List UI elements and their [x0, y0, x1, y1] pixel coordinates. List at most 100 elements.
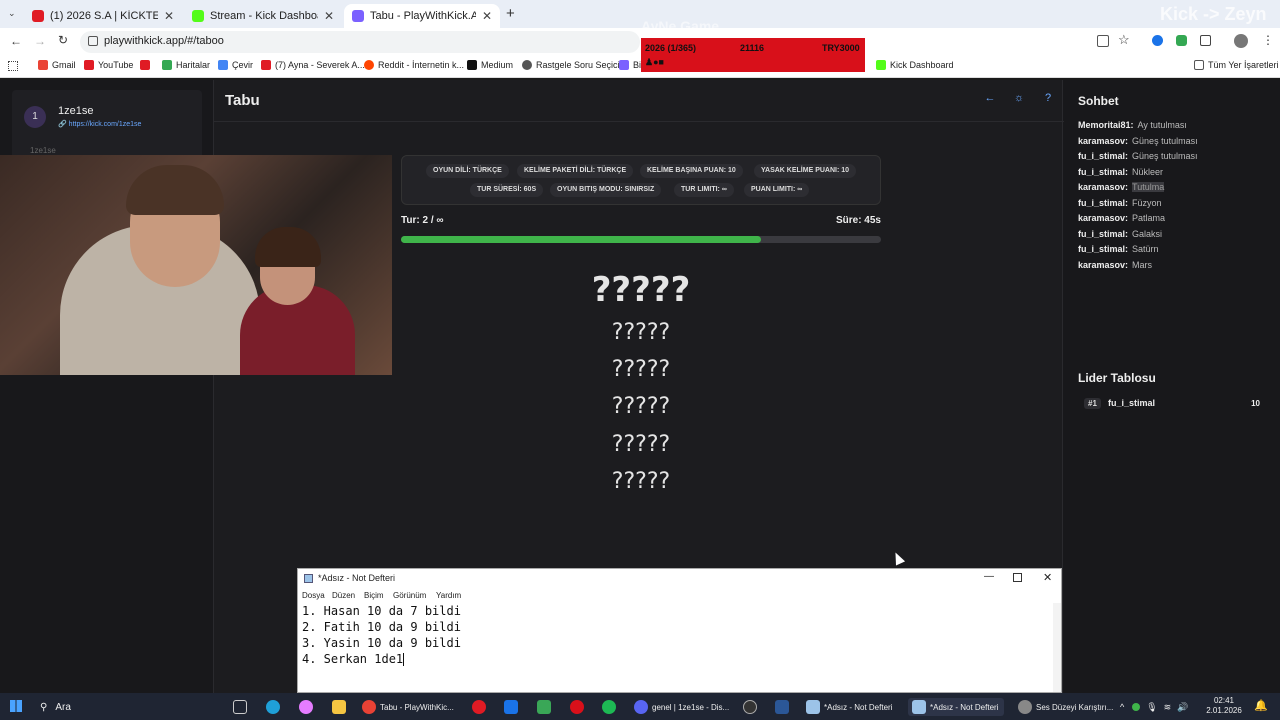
chat-username[interactable]: fu_i_stimal:	[1078, 229, 1128, 239]
goal-overlay: 2026 (1/365) 21116 TRY3000 ♟●■	[641, 38, 865, 72]
chat-title: Sohbet	[1078, 94, 1119, 108]
file-explorer-icon[interactable]	[332, 698, 350, 716]
text-line: 4. Serkan 1de1	[302, 651, 461, 667]
kick-icon	[876, 60, 886, 70]
chat-username[interactable]: karamasov:	[1078, 213, 1128, 223]
bookmark-kick-dashboard[interactable]: Kick Dashboard	[876, 60, 954, 70]
playwithkick-icon	[619, 60, 629, 70]
setting-chip: YASAK KELİME PUANI: 10	[754, 164, 857, 178]
copilot-icon[interactable]	[299, 698, 317, 716]
url-text: playwithkick.app/#/taboo	[104, 35, 224, 47]
reload-icon[interactable]: ↻	[58, 33, 68, 47]
menu-kebab-icon[interactable]: ⋮	[1262, 33, 1274, 47]
tab-tabu[interactable]: Tabu - PlayWithKick.APP ✕	[344, 4, 500, 28]
compass-icon	[522, 60, 532, 70]
text-line: 2. Fatih 10 da 9 bildi	[302, 620, 461, 634]
notification-bell-icon[interactable]: 🔔	[1254, 699, 1268, 712]
clock-date: 2.01.2026	[1206, 706, 1242, 715]
theme-toggle-icon[interactable]: ☼	[1011, 92, 1027, 108]
back-icon[interactable]: ←	[10, 34, 22, 48]
windows-start-icon[interactable]	[10, 700, 22, 712]
puzzle-icon[interactable]	[1200, 35, 1211, 46]
chat-username[interactable]: karamasov:	[1078, 182, 1128, 192]
close-tab-icon[interactable]: ✕	[482, 9, 492, 23]
kick-icon	[192, 10, 204, 22]
menu-format[interactable]: Biçim	[364, 591, 384, 600]
chat-message: fu_i_stimal: Füzyon	[1078, 198, 1162, 208]
menu-file[interactable]: Dosya	[302, 591, 325, 600]
menu-help[interactable]: Yardım	[436, 591, 461, 600]
profile-avatar[interactable]	[1234, 34, 1248, 48]
taskbar-item-notepad-1[interactable]: *Adsız - Not Defteri	[806, 698, 902, 716]
close-tab-icon[interactable]: ✕	[324, 9, 334, 23]
player-link[interactable]: 🔗 https://kick.com/1ze1se	[58, 120, 141, 128]
chat-username[interactable]: fu_i_stimal:	[1078, 151, 1128, 161]
maximize-icon[interactable]	[1013, 573, 1022, 582]
chat-username[interactable]: karamasov:	[1078, 260, 1128, 270]
translate-icon[interactable]	[1097, 35, 1109, 47]
shield-icon[interactable]	[1176, 35, 1187, 46]
chat-username[interactable]: fu_i_stimal:	[1078, 167, 1128, 177]
bookmark-bi[interactable]: Bi	[619, 60, 641, 70]
taskbar-item-volume-mixer[interactable]: Ses Düzeyi Karıştırı...	[1018, 698, 1114, 716]
tab-kick-dashboard[interactable]: Stream - Kick Dashboard ✕	[184, 4, 342, 28]
forbidden-word: ?????	[611, 432, 671, 457]
app-icon[interactable]	[775, 698, 793, 716]
spotify-icon[interactable]	[602, 698, 620, 716]
bookmark-star-icon[interactable]: ☆	[1118, 32, 1130, 48]
bookmark-reddit[interactable]: Reddit - İnternetin k...	[364, 60, 464, 70]
leaderboard-row: #1 fu_i_stimal 10	[1078, 396, 1264, 410]
site-info-icon[interactable]	[88, 36, 98, 46]
taskbar-search[interactable]: ⚲ Ara	[40, 698, 220, 716]
tab-youtube[interactable]: (1) 2026 S.A | KİCKTE YAYINDAY ✕	[24, 4, 182, 28]
bookmark-youtube[interactable]: YouTube	[84, 60, 133, 70]
youtube-app-icon[interactable]	[472, 698, 490, 716]
help-icon[interactable]: ?	[1040, 92, 1056, 108]
task-view-glyph	[233, 700, 247, 714]
notepad-title: *Adsız - Not Defteri	[318, 573, 396, 583]
bookmark-random-question[interactable]: Rastgele Soru Seçici	[522, 60, 620, 70]
taskbar-item-discord[interactable]: genel | 1ze1se - Dis...	[634, 698, 734, 716]
tab-label: (1) 2026 S.A | KİCKTE YAYINDAY	[50, 10, 158, 22]
taskbar-item-chrome[interactable]: Tabu - PlayWithKic...	[362, 698, 462, 716]
leaderboard-name: fu_i_stimal	[1108, 398, 1156, 408]
bookmark-ayna[interactable]: (7) Ayna - Severek A...	[261, 60, 365, 70]
outlook-icon[interactable]	[504, 698, 522, 716]
chat-message: fu_i_stimal: Güneş tutulması	[1078, 151, 1198, 161]
opera-icon[interactable]	[570, 698, 588, 716]
bookmark-medium[interactable]: Medium	[467, 60, 513, 70]
obs-icon[interactable]	[743, 698, 761, 716]
edge-icon[interactable]	[266, 698, 284, 716]
chat-username[interactable]: fu_i_stimal:	[1078, 198, 1128, 208]
chat-username[interactable]: karamasov:	[1078, 136, 1128, 146]
bookmark-gmail[interactable]: Gmail	[38, 60, 76, 70]
chat-username[interactable]: Memoritai81:	[1078, 120, 1134, 130]
task-view-icon[interactable]	[233, 698, 251, 716]
notepad-text-area[interactable]: 1. Hasan 10 da 7 bildi 2. Fatih 10 da 9 …	[302, 603, 461, 667]
close-icon[interactable]: ✕	[1043, 571, 1052, 584]
webcam-feed	[0, 155, 392, 375]
taskbar-item-notepad-2[interactable]: *Adsız - Not Defteri	[908, 698, 1004, 716]
bookmark-youtube-2[interactable]	[140, 60, 154, 70]
bookmark-maps[interactable]: Haritalar	[162, 60, 210, 70]
system-tray[interactable]: ^ 🎙 ≋ 🔊	[1120, 698, 1188, 716]
address-bar[interactable]: playwithkick.app/#/taboo	[80, 31, 640, 53]
store-icon[interactable]	[537, 698, 555, 716]
close-tab-icon[interactable]: ✕	[164, 9, 174, 23]
playwithkick-icon	[352, 10, 364, 22]
all-bookmarks[interactable]: Tüm Yer İşaretleri	[1194, 60, 1279, 70]
tab-list-chevron-icon[interactable]: ⌄	[8, 8, 16, 19]
clock[interactable]: 02:41 2.01.2026	[1204, 696, 1244, 716]
minimize-icon[interactable]: —	[984, 571, 994, 582]
bookmark-translate[interactable]: Çevir	[218, 60, 253, 70]
menu-view[interactable]: Görünüm	[393, 591, 426, 600]
vertical-scrollbar[interactable]	[1053, 603, 1061, 692]
extension-icon[interactable]	[1152, 35, 1163, 46]
menu-edit[interactable]: Düzen	[332, 591, 355, 600]
forward-icon[interactable]: →	[34, 34, 46, 48]
apps-grid-icon[interactable]	[8, 61, 18, 71]
chat-username[interactable]: fu_i_stimal:	[1078, 244, 1128, 254]
back-arrow-icon[interactable]: ←	[982, 92, 998, 108]
new-tab-button[interactable]: +	[506, 5, 515, 22]
chat-message: karamasov: Patlama	[1078, 213, 1165, 223]
